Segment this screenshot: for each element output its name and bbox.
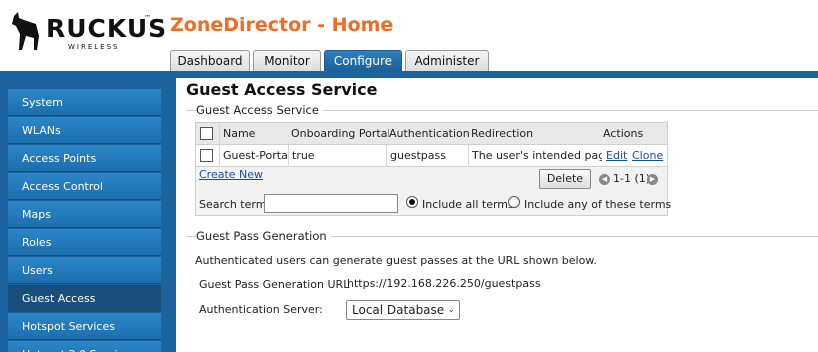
section-title-guest-access-service: Guest Access Service xyxy=(196,103,323,117)
select-all-checkbox[interactable] xyxy=(200,127,213,140)
header: RUCKUS ™ WIRELESS ZoneDirector - Home Da… xyxy=(0,0,818,72)
page-title: Guest Access Service xyxy=(186,80,378,99)
guest-pass-url-value: https://192.168.226.250/guestpass xyxy=(347,277,541,290)
sidebar-item-users[interactable]: Users xyxy=(8,257,161,284)
guest-pass-description: Authenticated users can generate guest p… xyxy=(195,254,597,267)
tab-monitor[interactable]: Monitor xyxy=(253,50,321,72)
dog-logo-icon xyxy=(12,12,39,50)
ruckus-logo: RUCKUS ™ WIRELESS xyxy=(8,10,166,54)
previous-page-icon[interactable]: ◀ xyxy=(599,174,610,185)
sidebar-item-maps[interactable]: Maps xyxy=(8,201,161,228)
cell-authentication: guestpass xyxy=(386,145,468,167)
cell-redirection: The user's intended page xyxy=(468,145,602,167)
logo-trademark: ™ xyxy=(144,14,151,22)
next-page-icon[interactable]: ▶ xyxy=(647,174,658,185)
include-any-terms-label: Include any of these terms xyxy=(524,198,672,211)
column-header-redirection: Redirection xyxy=(471,127,534,140)
sidebar-item-hotspot-services[interactable]: Hotspot Services xyxy=(8,313,161,340)
pager-text: 1-1 (1) xyxy=(613,172,651,185)
cell-name: Guest-Portal xyxy=(219,145,288,167)
include-all-terms-radio[interactable] xyxy=(406,196,418,208)
table-header-row: Name Onboarding Portal Authentication Re… xyxy=(196,123,667,145)
column-header-authentication: Authentication xyxy=(389,127,470,140)
tab-dashboard[interactable]: Dashboard xyxy=(170,50,250,72)
section-title-guest-pass-generation: Guest Pass Generation xyxy=(196,229,331,243)
logo-subtitle: WIRELESS xyxy=(68,43,120,51)
create-new-link[interactable]: Create New xyxy=(199,168,263,181)
tab-configure[interactable]: Configure xyxy=(324,50,402,72)
authentication-server-select[interactable]: Local Database ⌄ xyxy=(346,300,460,320)
header-bar xyxy=(0,71,818,78)
sidebar-item-access-control[interactable]: Access Control xyxy=(8,173,161,200)
search-label: Search terms xyxy=(199,198,273,211)
column-header-onboarding-portal: Onboarding Portal xyxy=(291,127,389,140)
authentication-server-value: Local Database xyxy=(352,303,445,317)
cell-onboarding-portal: true xyxy=(288,145,386,167)
search-input[interactable] xyxy=(264,194,398,213)
authentication-server-label: Authentication Server: xyxy=(199,303,323,316)
guest-access-table: Name Onboarding Portal Authentication Re… xyxy=(195,122,672,216)
sidebar-item-wlans[interactable]: WLANs xyxy=(8,117,161,144)
table-row: Guest-Portal true guestpass The user's i… xyxy=(196,145,667,167)
edit-link[interactable]: Edit xyxy=(606,145,628,167)
sidebar-item-system[interactable]: System xyxy=(8,89,161,116)
delete-button[interactable]: Delete xyxy=(539,169,591,189)
app-title: ZoneDirector - Home xyxy=(170,14,394,36)
sidebar: System WLANs Access Points Access Contro… xyxy=(0,78,176,352)
include-any-terms-radio[interactable] xyxy=(508,196,520,208)
chevron-down-icon: ⌄ xyxy=(447,305,455,315)
row-checkbox[interactable] xyxy=(200,149,213,162)
sidebar-item-guest-access[interactable]: Guest Access xyxy=(8,285,161,312)
clone-link[interactable]: Clone xyxy=(632,145,664,167)
sidebar-item-roles[interactable]: Roles xyxy=(8,229,161,256)
sidebar-item-access-points[interactable]: Access Points xyxy=(8,145,161,172)
column-header-name: Name xyxy=(219,123,288,145)
include-all-terms-label: Include all terms xyxy=(422,198,514,211)
sidebar-item-hotspot-2-services[interactable]: Hotspot 2.0 Services xyxy=(8,341,161,352)
tab-administer[interactable]: Administer xyxy=(405,50,489,72)
column-header-actions: Actions xyxy=(603,127,644,140)
guest-pass-url-label: Guest Pass Generation URL xyxy=(199,278,350,291)
